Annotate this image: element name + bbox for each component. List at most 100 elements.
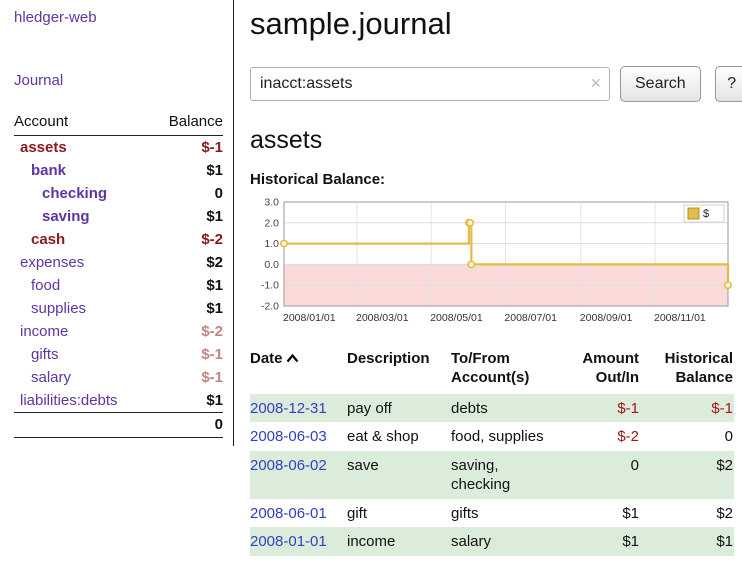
account-name-cell: gifts [14, 343, 151, 366]
register-description-cell: save [347, 451, 451, 499]
register-date-cell: 2008-06-02 [250, 451, 347, 499]
register-header-account: To/From Account(s) [451, 348, 551, 394]
account-link[interactable]: bank [31, 162, 66, 179]
register-row: 2008-06-01giftgifts$1$2 [250, 499, 734, 528]
page-title: sample.journal [250, 6, 742, 42]
account-row: food $1 [14, 274, 223, 297]
account-link[interactable]: income [20, 323, 68, 340]
register-amount-cell: $-1 [551, 394, 640, 423]
account-row: saving $1 [14, 205, 223, 228]
register-balance-cell: $2 [640, 451, 734, 499]
transaction-date-link[interactable]: 2008-06-03 [250, 428, 327, 445]
account-link[interactable]: checking [42, 185, 107, 202]
register-header-date[interactable]: Date [250, 348, 347, 394]
svg-text:2008/11/01: 2008/11/01 [654, 312, 706, 324]
register-balance-cell: $-1 [640, 394, 734, 423]
search-input[interactable] [250, 67, 610, 101]
accounts-table: Account Balance assets$-1bank$1checking0… [14, 111, 223, 438]
svg-text:2008/09/01: 2008/09/01 [580, 312, 633, 324]
svg-text:$: $ [703, 208, 709, 220]
account-row: liabilities:debts $1 [14, 389, 223, 413]
account-link[interactable]: liabilities:debts [20, 392, 118, 409]
sidebar-content: hledger-web Journal Account Balance asse… [0, 0, 234, 446]
help-button[interactable]: ? [715, 66, 742, 102]
account-link[interactable]: expenses [20, 254, 84, 271]
account-name-cell: cash [14, 228, 151, 251]
account-link[interactable]: saving [42, 208, 90, 225]
account-link[interactable]: cash [31, 231, 65, 248]
svg-text:2008/03/01: 2008/03/01 [356, 312, 409, 324]
account-name-cell: supplies [14, 297, 151, 320]
register-account-cell: salary [451, 527, 551, 556]
account-row: checking0 [14, 182, 223, 205]
account-link[interactable]: assets [20, 139, 67, 156]
register-row: 2008-12-31pay offdebts$-1$-1 [250, 394, 734, 423]
accounts-header-balance: Balance [151, 111, 223, 136]
register-description-cell: eat & shop [347, 422, 451, 451]
register-account-cell: debts [451, 394, 551, 423]
register-header-row: Date Description To/From Account(s) Amou… [250, 348, 734, 394]
register-header-date-label: Date [250, 350, 283, 367]
svg-text:3.0: 3.0 [264, 197, 279, 209]
account-row: gifts $-1 [14, 343, 223, 366]
transaction-date-link[interactable]: 2008-06-01 [250, 505, 327, 522]
search-button[interactable]: Search [620, 66, 701, 102]
account-balance: $1 [151, 205, 223, 228]
account-balance: $1 [151, 274, 223, 297]
register-balance-cell: $2 [640, 499, 734, 528]
accounts-header-row: Account Balance [14, 111, 223, 136]
register-amount-cell: $1 [551, 499, 640, 528]
transaction-date-link[interactable]: 2008-01-01 [250, 533, 327, 550]
accounts-header-account: Account [14, 111, 151, 136]
account-balance: $-1 [151, 343, 223, 366]
account-balance: $-1 [151, 136, 223, 160]
transaction-date-link[interactable]: 2008-12-31 [250, 400, 327, 417]
account-link[interactable]: supplies [31, 300, 86, 317]
account-balance: $2 [151, 251, 223, 274]
register-description-cell: gift [347, 499, 451, 528]
account-row: expenses $2 [14, 251, 223, 274]
account-balance: $1 [151, 389, 223, 413]
account-name-cell: saving [14, 205, 151, 228]
register-amount-cell: $1 [551, 527, 640, 556]
account-name-cell: assets [14, 136, 151, 160]
account-link[interactable]: gifts [31, 346, 59, 363]
sidebar: hledger-web Journal Account Balance asse… [0, 0, 234, 556]
search-box: × [250, 67, 610, 101]
clear-search-icon[interactable]: × [590, 73, 601, 94]
register-date-cell: 2008-06-03 [250, 422, 347, 451]
account-row: assets $-1 [14, 136, 223, 160]
account-row: supplies $1 [14, 297, 223, 320]
register-row: 2008-01-01incomesalary$1$1 [250, 527, 734, 556]
app-title-link[interactable]: hledger-web [14, 9, 223, 26]
register-amount-cell: 0 [551, 451, 640, 499]
account-heading: assets [250, 126, 742, 155]
register-balance-cell: 0 [640, 422, 734, 451]
account-balance: $-1 [151, 366, 223, 389]
account-name-cell: income [14, 320, 151, 343]
account-balance: $1 [151, 297, 223, 320]
svg-text:-1.0: -1.0 [261, 280, 279, 292]
balance-chart: 3.02.01.00.0-1.0-2.02008/01/012008/03/01… [250, 194, 734, 336]
account-link[interactable]: food [31, 277, 60, 294]
register-table: Date Description To/From Account(s) Amou… [250, 348, 734, 556]
transaction-date-link[interactable]: 2008-06-02 [250, 457, 327, 474]
register-description-cell: income [347, 527, 451, 556]
svg-text:0.0: 0.0 [264, 259, 279, 271]
account-balance: $-2 [151, 228, 223, 251]
register-balance-cell: $1 [640, 527, 734, 556]
sidebar-item-journal[interactable]: Journal [14, 72, 223, 89]
accounts-total-spacer [14, 413, 151, 438]
search-row: × Search ? [250, 66, 742, 102]
account-row: income $-2 [14, 320, 223, 343]
register-account-cell: saving, checking [451, 451, 551, 499]
account-name-cell: checking [14, 182, 151, 205]
register-account-cell: food, supplies [451, 422, 551, 451]
svg-text:2008/05/01: 2008/05/01 [430, 312, 483, 324]
register-date-cell: 2008-01-01 [250, 527, 347, 556]
svg-text:2008/01/01: 2008/01/01 [283, 312, 336, 324]
account-balance: $-2 [151, 320, 223, 343]
account-link[interactable]: salary [31, 369, 71, 386]
svg-text:2.0: 2.0 [264, 217, 279, 229]
account-balance: $1 [151, 159, 223, 182]
